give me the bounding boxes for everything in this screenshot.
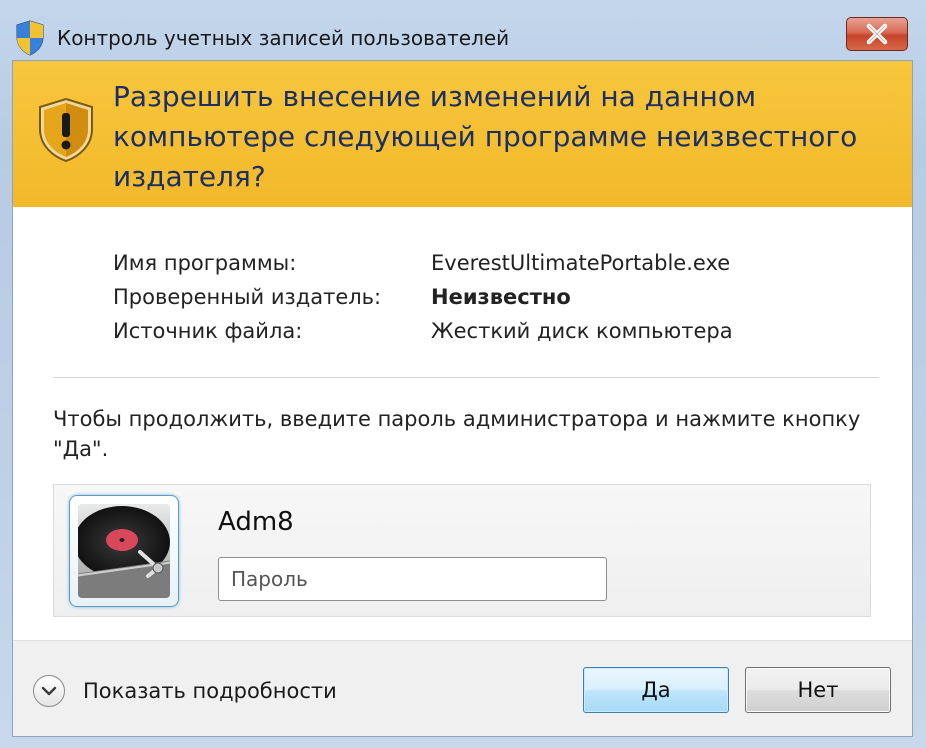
- password-input[interactable]: [219, 558, 606, 600]
- chevron-down-icon[interactable]: [33, 675, 65, 707]
- turntable-avatar-icon: [78, 504, 170, 598]
- warning-banner: Разрешить внесение изменений на данном к…: [13, 61, 912, 207]
- instructions-text: Чтобы продолжить, введите пароль админис…: [53, 407, 861, 461]
- info-label: Имя программы:: [113, 251, 297, 275]
- avatar: [69, 495, 179, 607]
- show-details-toggle[interactable]: Показать подробности: [33, 675, 337, 707]
- info-label: Проверенный издатель:: [113, 285, 382, 309]
- username-label: Adm8: [218, 507, 294, 537]
- window-title: Контроль учетных записей пользователей: [57, 26, 510, 50]
- info-label: Источник файла:: [113, 319, 303, 343]
- show-details-label[interactable]: Показать подробности: [83, 679, 337, 703]
- title-bar: Контроль учетных записей пользователей: [0, 0, 926, 58]
- banner-heading: Разрешить внесение изменений на данном к…: [113, 80, 858, 193]
- uac-shield-icon: [15, 20, 45, 56]
- info-value: Жесткий диск компьютера: [431, 319, 733, 343]
- warning-shield-icon: [37, 97, 95, 163]
- credential-tile[interactable]: Adm8: [53, 484, 871, 617]
- close-button[interactable]: [846, 17, 908, 51]
- yes-button[interactable]: Да: [583, 667, 729, 713]
- info-value: Неизвестно: [431, 285, 571, 309]
- password-field[interactable]: [218, 557, 607, 601]
- divider: [53, 377, 879, 378]
- uac-dialog-window: Контроль учетных записей пользователей Р…: [0, 0, 926, 748]
- info-value: EverestUltimatePortable.exe: [431, 251, 731, 275]
- dialog-footer: Показать подробности Да Нет: [13, 640, 912, 736]
- dialog-content: Разрешить внесение изменений на данном к…: [12, 60, 913, 737]
- close-icon: [866, 23, 888, 45]
- no-button[interactable]: Нет: [745, 667, 891, 713]
